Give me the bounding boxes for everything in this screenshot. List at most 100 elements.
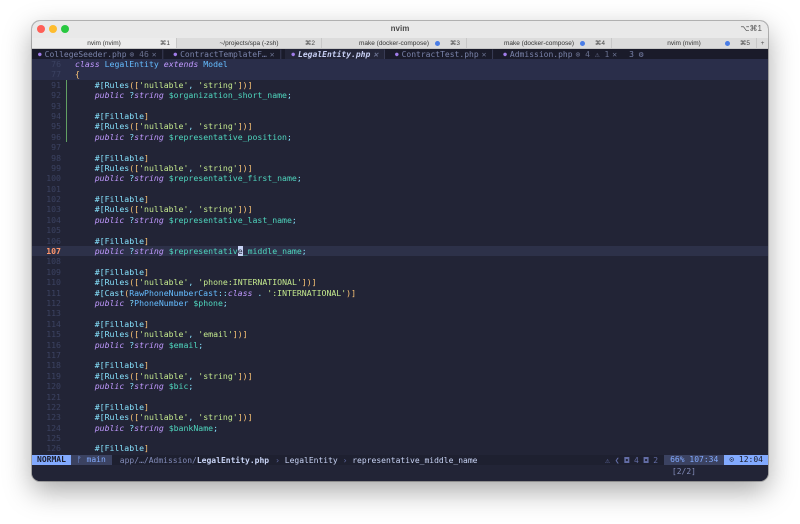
- buffer-tab[interactable]: ● Admission.php ⊗ 4 ⚠ 1 ✕: [497, 49, 623, 59]
- code-line[interactable]: 100 public ?string $representative_first…: [32, 173, 768, 183]
- code-line[interactable]: 105: [32, 225, 768, 235]
- line-number: 96: [51, 131, 61, 142]
- code-line[interactable]: 101: [32, 184, 768, 194]
- breadcrumb-class: LegalEntity: [284, 455, 338, 465]
- code-line[interactable]: 103 #[Rules(['nullable', 'string'])]: [32, 204, 768, 214]
- line-number: 114: [46, 318, 61, 329]
- code-line[interactable]: 104 public ?string $representative_last_…: [32, 215, 768, 225]
- terminal-tab-5[interactable]: nvim (nvim) ⌘5: [612, 38, 757, 48]
- git-sign: [32, 267, 35, 277]
- git-sign: [32, 256, 35, 266]
- git-sign: [32, 423, 35, 433]
- code-line[interactable]: 118 #[Fillable]: [32, 360, 768, 370]
- close-icon[interactable]: ✕: [482, 50, 487, 59]
- code-line[interactable]: 113: [32, 308, 768, 318]
- new-tab-button[interactable]: +: [757, 38, 768, 48]
- terminal-tab-1[interactable]: nvim (nvim) ⌘1: [32, 38, 177, 48]
- git-sign: [32, 184, 35, 194]
- code-line[interactable]: 99 #[Rules(['nullable', 'string'])]: [32, 163, 768, 173]
- code-editor[interactable]: 76 class LegalEntity extends Model 77 {91 #…: [32, 59, 768, 455]
- code-line[interactable]: 110 #[Rules(['nullable', 'phone:INTERNAT…: [32, 277, 768, 287]
- code-line[interactable]: 124 public ?string $bankName;: [32, 423, 768, 433]
- close-icon[interactable]: ✕: [612, 50, 617, 59]
- git-sign: [32, 121, 67, 133]
- command-line[interactable]: [2/2]: [32, 465, 768, 481]
- buffer-overflow-count[interactable]: 3 ⚙: [623, 49, 649, 59]
- code-text: #[Fillable]: [94, 443, 149, 454]
- code-line[interactable]: 93: [32, 100, 768, 112]
- search-pager: [2/2]: [671, 467, 696, 476]
- code-text: #[Fillable]: [94, 110, 149, 121]
- code-line[interactable]: 117: [32, 350, 768, 360]
- file-name: LegalEntity.php: [196, 455, 270, 465]
- close-icon[interactable]: ✕: [270, 50, 275, 59]
- code-line[interactable]: 92 public ?string $organization_short_na…: [32, 90, 768, 101]
- code-line[interactable]: 96 public ?string $representative_positi…: [32, 131, 768, 143]
- close-icon[interactable]: ✕: [373, 50, 378, 59]
- git-sign: [32, 277, 35, 287]
- line-number: 105: [46, 225, 61, 236]
- code-line[interactable]: 112 public ?PhoneNumber $phone;: [32, 298, 768, 308]
- terminal-tab-2[interactable]: ~/projects/spa (-zsh) ⌘2: [177, 38, 322, 48]
- code-line[interactable]: 126 #[Fillable]: [32, 443, 768, 453]
- php-file-icon: ●: [38, 50, 42, 58]
- git-sign: [32, 443, 35, 453]
- close-icon[interactable]: ✕: [152, 50, 157, 59]
- code-line[interactable]: 95 #[Rules(['nullable', 'string'])]: [32, 121, 768, 133]
- code-line[interactable]: 94 #[Fillable]: [32, 110, 768, 122]
- code-line[interactable]: 111 #[Cast(RawPhoneNumberCast::class . '…: [32, 288, 768, 298]
- git-sign: [32, 100, 67, 112]
- buffer-tab[interactable]: ● CollegeSeeder.php ⊗ 46 ✕: [32, 49, 163, 59]
- buffer-tab[interactable]: ● ContractTest.php ✕: [389, 49, 493, 59]
- code-line[interactable]: 123 #[Rules(['nullable', 'string'])]: [32, 412, 768, 422]
- git-sign: [32, 350, 35, 360]
- buffer-name: CollegeSeeder.php: [44, 49, 127, 59]
- code-line[interactable]: 91 #[Rules(['nullable', 'string'])]: [32, 79, 768, 91]
- code-line[interactable]: 76 class LegalEntity extends Model: [32, 59, 768, 70]
- code-line[interactable]: 98 #[Fillable]: [32, 153, 768, 163]
- code-line[interactable]: 120 public ?string $bic;: [32, 381, 768, 391]
- terminal-tab-3[interactable]: make (docker-compose) ⌘3: [322, 38, 467, 48]
- code-text: #[Fillable]: [94, 318, 149, 329]
- code-line[interactable]: 106 #[Fillable]: [32, 236, 768, 246]
- code-line[interactable]: 107 public ?string $representative_middl…: [32, 246, 768, 257]
- code-line[interactable]: 102 #[Fillable]: [32, 194, 768, 204]
- terminal-tab-4[interactable]: make (docker-compose) ⌘4: [467, 38, 612, 48]
- code-text: #[Rules(['nullable', 'string'])]: [94, 162, 253, 173]
- code-line[interactable]: 97: [32, 142, 768, 152]
- code-line[interactable]: 116 public ?string $email;: [32, 340, 768, 350]
- git-sign: [32, 360, 35, 370]
- line-number: 111: [46, 287, 61, 298]
- code-text: public ?string $representative_position;: [94, 131, 292, 142]
- code-line[interactable]: 77 {: [32, 69, 768, 80]
- code-line[interactable]: 109 #[Fillable]: [32, 267, 768, 277]
- activity-dot-icon: [725, 41, 730, 46]
- code-line[interactable]: 115 #[Rules(['nullable', 'email'])]: [32, 329, 768, 339]
- php-file-icon: ●: [291, 50, 296, 58]
- git-sign: [32, 308, 35, 318]
- line-number: 102: [46, 194, 61, 205]
- line-number: 99: [51, 162, 61, 173]
- buffer-tab[interactable]: ● ContractTemplateF… ✕: [167, 49, 280, 59]
- buffer-name: LegalEntity.php: [298, 49, 371, 59]
- code-text: public ?string $representative_first_nam…: [94, 173, 302, 184]
- buffer-tab-active[interactable]: ● LegalEntity.php ✕: [285, 49, 385, 59]
- line-number: 125: [46, 433, 61, 444]
- php-file-icon: ●: [173, 50, 178, 58]
- code-line[interactable]: 114 #[Fillable]: [32, 319, 768, 329]
- code-text: public ?string $bankName;: [94, 422, 218, 433]
- terminal-tab-bar: nvim (nvim) ⌘1 ~/projects/spa (-zsh) ⌘2 …: [32, 38, 768, 49]
- code-line[interactable]: 125: [32, 433, 768, 443]
- breadcrumb: › LegalEntity › representative_middle_na…: [269, 456, 477, 465]
- code-line[interactable]: 122 #[Fillable]: [32, 402, 768, 412]
- code-line[interactable]: 108: [32, 256, 768, 266]
- code-line[interactable]: 121: [32, 392, 768, 402]
- status-line: NORMAL ᚠ main app/…/Admission/LegalEntit…: [32, 455, 768, 465]
- git-sign: [32, 163, 35, 173]
- git-sign: [32, 371, 35, 381]
- code-line[interactable]: 119 #[Rules(['nullable', 'string'])]: [32, 371, 768, 381]
- code-text: #[Rules(['nullable', 'email'])]: [94, 329, 248, 340]
